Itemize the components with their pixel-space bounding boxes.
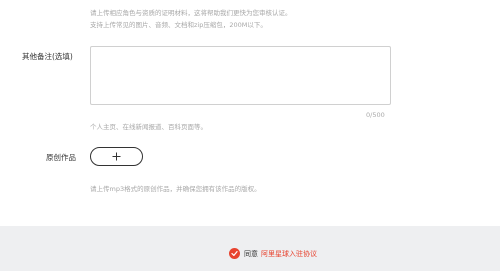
remarks-label: 其他备注(选填) bbox=[22, 52, 73, 61]
remarks-hint: 个人主页、在线新闻报道、百科页面等。 bbox=[90, 123, 207, 131]
upload-hint-line2: 支持上传常见的图片、音频、文档和zip压缩包，200M以下。 bbox=[90, 21, 267, 29]
original-works-hint: 请上传mp3格式的原创作品，并确保您拥有该作品的版权。 bbox=[90, 185, 261, 193]
agreement-row: 同意 阿里星球入驻协议 bbox=[229, 248, 317, 259]
agree-checkbox[interactable] bbox=[229, 248, 240, 259]
original-works-label: 原创作品 bbox=[46, 153, 76, 162]
upload-hint-line1: 请上传相应角色与资质的证明材料，这将帮助我们更快为您审核认证。 bbox=[90, 9, 292, 17]
agreement-link[interactable]: 阿里星球入驻协议 bbox=[261, 249, 317, 259]
add-original-work-button[interactable] bbox=[90, 147, 143, 166]
remarks-char-counter: 0/500 bbox=[366, 111, 385, 119]
agree-label: 同意 bbox=[244, 249, 258, 258]
plus-icon bbox=[112, 152, 121, 161]
check-icon bbox=[231, 251, 238, 257]
remarks-textarea[interactable] bbox=[90, 46, 391, 105]
